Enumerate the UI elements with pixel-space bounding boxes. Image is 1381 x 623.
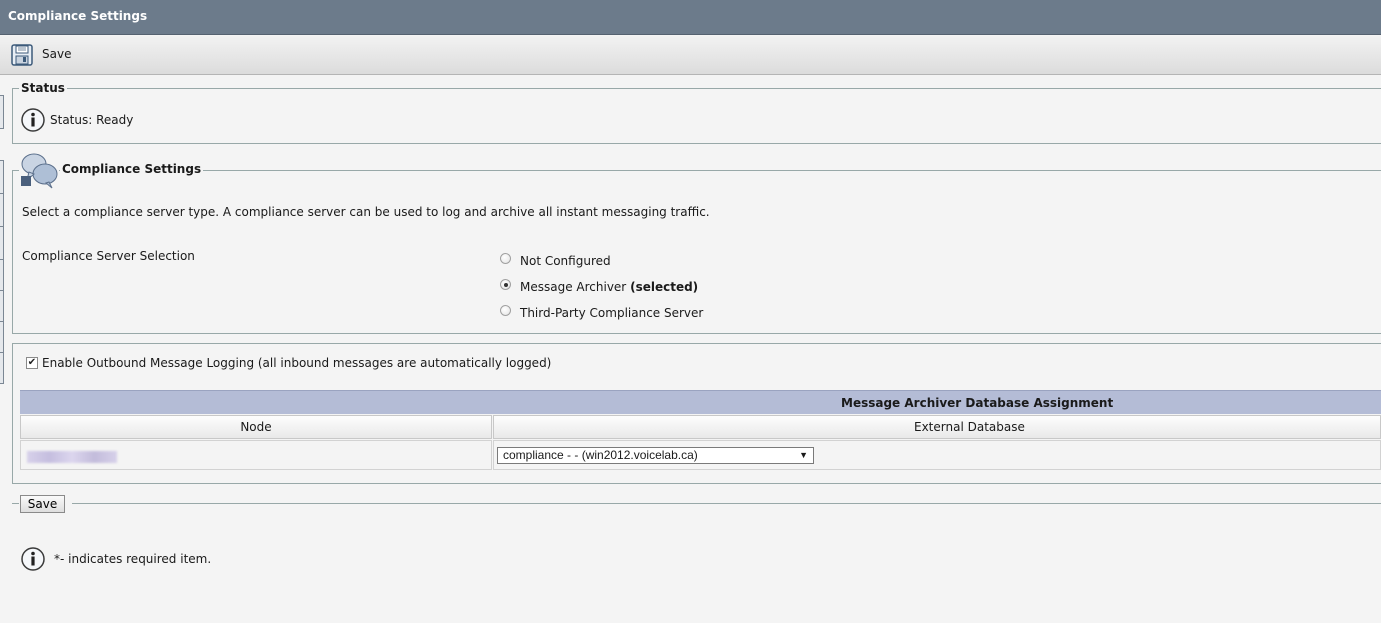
divider (72, 503, 1381, 504)
side-tab[interactable] (0, 259, 4, 291)
info-icon (21, 547, 45, 574)
status-legend: Status (19, 81, 67, 95)
side-tab[interactable] (0, 352, 4, 384)
radio-third-party[interactable] (500, 305, 511, 316)
selected-indicator: (selected) (630, 280, 699, 294)
radio-message-archiver[interactable] (500, 279, 511, 290)
radio-not-configured-label[interactable]: Not Configured (520, 254, 611, 268)
info-icon (21, 108, 45, 135)
page-title: Compliance Settings (0, 0, 1381, 35)
floppy-disk-icon[interactable] (11, 44, 33, 69)
compliance-description: Select a compliance server type. A compl… (22, 205, 710, 219)
compliance-legend: Compliance Settings (60, 162, 204, 176)
radio-not-configured[interactable] (500, 253, 511, 264)
side-tab[interactable] (0, 193, 4, 227)
bottom-save-button[interactable]: Save (20, 495, 65, 513)
side-tab[interactable] (0, 160, 4, 194)
toolbar: Save (0, 36, 1381, 75)
side-tab[interactable] (0, 226, 4, 260)
compliance-server-selection-label: Compliance Server Selection (22, 249, 195, 263)
table-title: Message Archiver Database Assignment (841, 396, 1114, 410)
external-database-select[interactable]: compliance - - (win2012.voicelab.ca) ▼ (497, 447, 814, 464)
chevron-down-icon: ▼ (799, 450, 808, 460)
required-item-note: *- indicates required item. (54, 552, 212, 566)
radio-message-archiver-label[interactable]: Message Archiver (selected) (520, 280, 698, 294)
external-database-value: compliance - - (win2012.voicelab.ca) (503, 448, 698, 462)
table-title-bar: Message Archiver Database Assignment (20, 390, 1381, 414)
column-header-external-database: External Database (493, 415, 1381, 439)
radio-message-archiver-text: Message Archiver (520, 280, 627, 294)
side-tab[interactable] (0, 321, 4, 353)
status-section (12, 88, 1381, 144)
node-name-redacted (27, 451, 117, 463)
enable-logging-checkbox[interactable]: ✔ (26, 357, 38, 369)
side-tab[interactable] (0, 95, 4, 129)
radio-third-party-label[interactable]: Third-Party Compliance Server (520, 306, 703, 320)
chat-bubbles-icon (19, 150, 59, 193)
status-text: Status: Ready (50, 113, 134, 127)
column-header-node: Node (20, 415, 492, 439)
divider (12, 503, 19, 504)
side-tab[interactable] (0, 290, 4, 322)
enable-logging-label[interactable]: Enable Outbound Message Logging (all inb… (42, 356, 551, 370)
save-button[interactable]: Save (42, 47, 71, 61)
